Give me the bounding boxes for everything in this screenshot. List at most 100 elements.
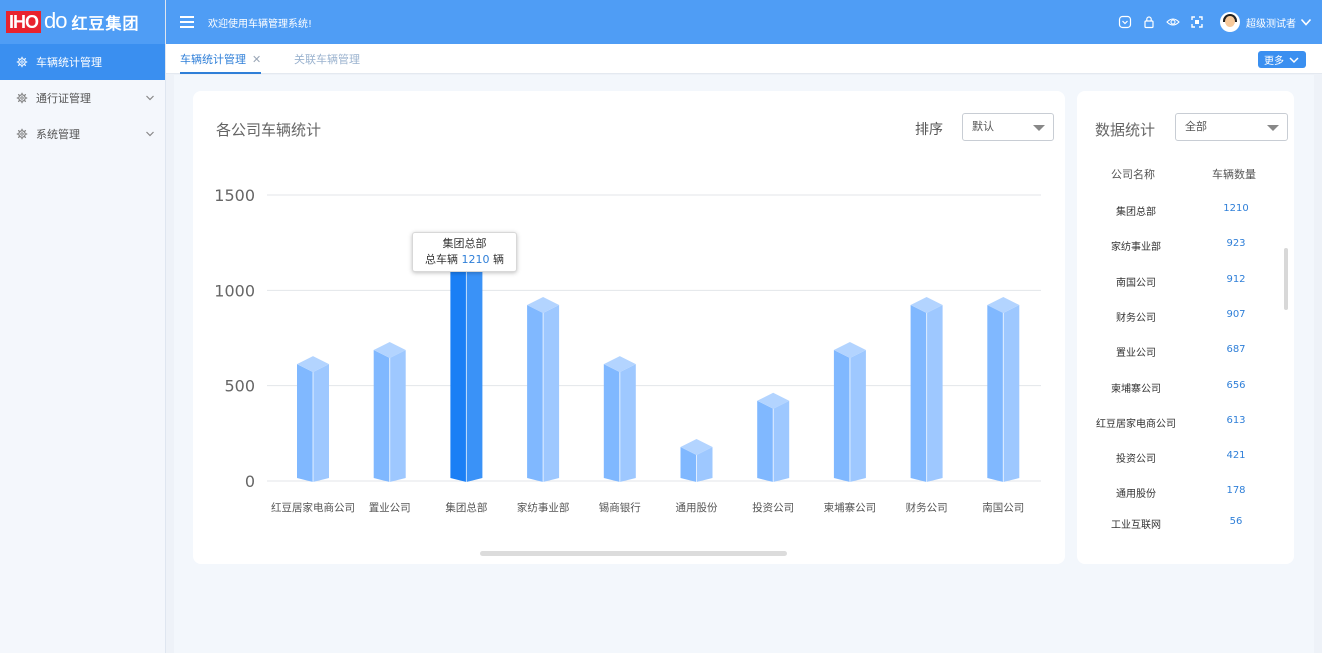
more-button[interactable]: 更多 — [1258, 51, 1306, 68]
gear-icon — [16, 56, 28, 68]
bar-face-left — [603, 364, 620, 482]
table-row-count: 912 — [1226, 274, 1246, 285]
x-tick-label: 集团总部 — [445, 501, 487, 514]
table-row-company: 南国公司 — [1116, 278, 1156, 289]
more-label: 更多 — [1264, 56, 1284, 67]
logo: IHO do 红豆集团 — [0, 0, 165, 44]
company-filter-select[interactable]: 全部 — [1175, 113, 1288, 141]
bar-face-right — [543, 305, 560, 482]
close-icon[interactable]: ✕ — [252, 53, 261, 66]
table-row-company: 投资公司 — [1116, 454, 1156, 465]
gear-icon — [16, 92, 28, 104]
bar-face-right — [619, 364, 636, 482]
table-row-count: 687 — [1226, 344, 1246, 355]
table-row-count: 656 — [1226, 380, 1246, 391]
x-tick-label: 柬埔寨公司 — [824, 501, 877, 514]
tab-bar: 车辆统计管理 ✕ 关联车辆管理 更多 — [166, 44, 1322, 74]
gear-icon — [16, 128, 28, 140]
data-stats-panel: 数据统计 全部 公司名称 车辆数量 集团总部 1210 家纺事业部 923 南国公司 91… — [1077, 91, 1294, 564]
table-row-count: 923 — [1226, 238, 1246, 249]
bar-face-left — [450, 250, 467, 482]
chevron-down-icon — [146, 131, 154, 137]
table-row-company: 柬埔寨公司 — [1111, 384, 1161, 395]
bar-face-left — [297, 364, 313, 482]
welcome-text: 欢迎使用车辆管理系统! — [208, 18, 313, 30]
y-tick-label: 0 — [245, 472, 255, 491]
bar-face-right — [1003, 305, 1020, 482]
x-tick-label: 红豆居家电商公司 — [271, 501, 355, 514]
table-row-count: 178 — [1226, 485, 1246, 496]
menu-toggle-icon[interactable] — [180, 16, 194, 28]
eye-icon[interactable] — [1166, 15, 1180, 29]
table-row-company: 工业互联网 — [1111, 520, 1161, 531]
username[interactable]: 超级测试者 — [1246, 15, 1296, 30]
chart-tooltip: 集团总部 总车辆 1210 辆 — [412, 232, 517, 272]
sidebar-item-pass[interactable]: 通行证管理 — [0, 80, 165, 116]
x-tick-label: 财务公司 — [906, 501, 948, 514]
bar-face-right — [849, 350, 866, 482]
caret-down-icon — [1267, 125, 1279, 131]
tab-label: 车辆统计管理 — [180, 53, 246, 66]
avatar[interactable] — [1220, 12, 1240, 32]
main-content: 各公司车辆统计 排序 默认 0 500 1000 1500 红豆居家电商公司 置业公司 集团… — [174, 75, 1314, 653]
chevron-down-icon — [1289, 56, 1299, 63]
table-row-company: 集团总部 — [1116, 207, 1156, 218]
logo-part2: do — [44, 8, 68, 33]
filter-value: 全部 — [1185, 120, 1207, 133]
tooltip-title: 集团总部 — [442, 237, 487, 250]
bar-face-right — [926, 305, 943, 482]
stats-title: 数据统计 — [1095, 121, 1156, 139]
sidebar-item-label: 通行证管理 — [36, 92, 91, 105]
bar-face-right — [773, 400, 790, 482]
stats-vertical-scrollbar[interactable] — [1284, 248, 1288, 310]
chevron-circle-icon[interactable] — [1118, 15, 1132, 29]
chevron-down-icon[interactable] — [1300, 16, 1312, 28]
table-row-company: 置业公司 — [1116, 348, 1156, 359]
sidebar: IHO do 红豆集团 车辆统计管理 通行证管理 系统管理 — [0, 0, 166, 653]
x-tick-label: 通用股份 — [676, 502, 718, 514]
table-row-count: 613 — [1226, 415, 1246, 426]
bar-face-left — [910, 305, 927, 482]
table-row-company: 红豆居家电商公司 — [1096, 419, 1176, 430]
x-tick-label: 投资公司 — [752, 501, 794, 514]
table-row-company: 财务公司 — [1116, 313, 1156, 324]
logo-mark: IHO do 红豆集团 — [6, 8, 140, 33]
table-row-count: 907 — [1226, 309, 1246, 320]
bar-face-right — [389, 350, 406, 482]
x-tick-label: 南国公司 — [982, 501, 1024, 514]
top-header: 欢迎使用车辆管理系统! 超级测试者 — [166, 0, 1322, 44]
sidebar-item-label: 车辆统计管理 — [36, 56, 102, 69]
table-row-count: 421 — [1226, 450, 1246, 461]
bar-face-left — [833, 350, 850, 482]
table-row-company: 通用股份 — [1116, 489, 1156, 500]
vehicle-chart-panel: 各公司车辆统计 排序 默认 0 500 1000 1500 红豆居家电商公司 置业公司 集团… — [193, 91, 1065, 564]
chart-horizontal-scrollbar[interactable] — [480, 551, 787, 556]
col-company-name: 公司名称 — [1111, 168, 1155, 181]
fullscreen-icon[interactable] — [1190, 15, 1204, 29]
tab-vehicle-stats[interactable]: 车辆统计管理 ✕ — [180, 44, 262, 74]
bar-face-left — [373, 350, 390, 482]
y-tick-label: 500 — [224, 377, 255, 396]
lock-icon[interactable] — [1142, 15, 1156, 29]
bar-face-left — [527, 305, 544, 482]
tooltip-suffix: 辆 — [493, 253, 504, 266]
y-tick-label: 1500 — [214, 186, 255, 205]
sidebar-item-vehicle-stats[interactable]: 车辆统计管理 — [0, 44, 165, 80]
table-row-company: 家纺事业部 — [1111, 242, 1161, 253]
tab-linked-vehicles[interactable]: 关联车辆管理 — [294, 44, 360, 74]
bar-face-right — [466, 250, 483, 482]
bar-chart: 050010001500红豆居家电商公司 置业公司 集团总部 家纺事业部 锡商银行 通用股… — [214, 186, 1041, 514]
bar-face-left — [987, 305, 1004, 482]
x-tick-label: 置业公司 — [369, 502, 411, 514]
logo-part1: IHO — [6, 11, 42, 33]
tooltip-prefix: 总车辆 — [425, 253, 458, 266]
table-row-count: 1210 — [1223, 203, 1249, 214]
tooltip-value: 1210 — [461, 253, 490, 266]
x-tick-label: 锡商银行 — [599, 501, 641, 514]
sidebar-item-system[interactable]: 系统管理 — [0, 116, 165, 152]
sidebar-item-label: 系统管理 — [36, 128, 80, 141]
chevron-down-icon — [146, 95, 154, 101]
tooltip-body: 总车辆 1210 辆 — [425, 252, 504, 268]
table-row-count: 56 — [1229, 516, 1243, 527]
logo-cn: 红豆集团 — [71, 14, 140, 33]
